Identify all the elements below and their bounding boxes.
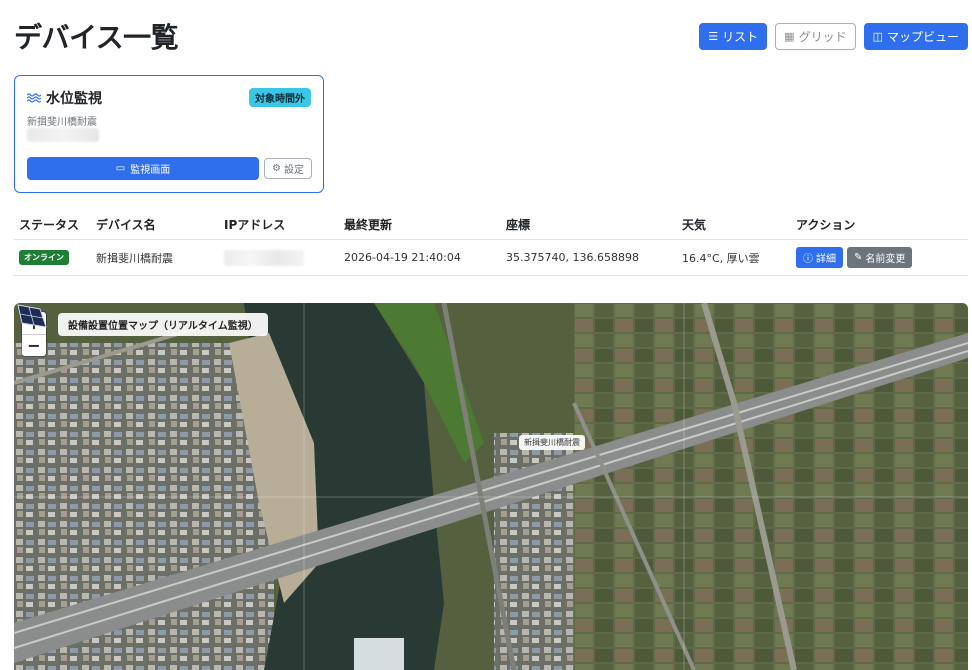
device-name-cell: 新揖斐川橋耐震 xyxy=(96,251,173,265)
satellite-map-image xyxy=(14,303,968,670)
column-header-actions: アクション xyxy=(796,218,856,232)
device-card-header: 水位監視 xyxy=(27,88,102,108)
redacted-ip xyxy=(27,128,99,142)
column-header-status: ステータス xyxy=(19,218,80,232)
view-switch: ☰ リスト ▦ グリッド ◫ マップビュー xyxy=(699,23,968,50)
map-title: 設備設置位置マップ（リアルタイム監視） xyxy=(58,313,268,336)
table-row: オンライン 新揖斐川橋耐震 2026-04-19 21:40:04 35.375… xyxy=(14,240,968,276)
list-view-label: リスト xyxy=(722,30,759,44)
pencil-icon: ✎ xyxy=(854,252,863,263)
table-header-row: ステータス デバイス名 IPアドレス 最終更新 座標 天気 アクション xyxy=(14,210,968,240)
column-header-device-name: デバイス名 xyxy=(96,218,156,232)
map-view-button[interactable]: ◫ マップビュー xyxy=(863,23,968,50)
column-header-coords: 座標 xyxy=(506,218,531,232)
status-cell: オンライン xyxy=(19,240,69,275)
map-view-label: マップビュー xyxy=(886,30,959,44)
camera-icon: ▭ xyxy=(115,163,126,174)
actions-cell: ⓘ 詳細 ✎ 名前変更 xyxy=(796,240,916,275)
solar-panel-marker-icon[interactable] xyxy=(14,303,48,329)
list-icon: ☰ xyxy=(708,30,719,43)
detail-button-label: 詳細 xyxy=(816,254,836,265)
last-update-cell: 2026-04-19 21:40:04 xyxy=(344,251,461,264)
gear-icon: ⚙ xyxy=(272,163,281,174)
column-header-ip: IPアドレス xyxy=(224,218,286,232)
monitor-button[interactable]: ▭ 監視画面 xyxy=(27,157,259,180)
rename-button[interactable]: ✎ 名前変更 xyxy=(847,247,913,268)
map-marker-label: 新揖斐川橋耐震 xyxy=(519,435,585,450)
map-icon: ◫ xyxy=(872,30,883,43)
rename-button-label: 名前変更 xyxy=(865,254,906,265)
detail-button[interactable]: ⓘ 詳細 xyxy=(796,247,843,268)
device-card-location: 新揖斐川橋耐震 xyxy=(27,117,97,128)
grid-icon: ▦ xyxy=(784,30,795,43)
redacted-ip xyxy=(224,249,304,266)
column-header-last-update: 最終更新 xyxy=(344,218,393,232)
column-header-weather: 天気 xyxy=(682,218,707,232)
device-card-title: 水位監視 xyxy=(46,91,102,107)
ip-cell xyxy=(224,240,304,275)
settings-button[interactable]: ⚙ 設定 xyxy=(264,158,312,179)
settings-button-label: 設定 xyxy=(283,165,304,176)
out-of-hours-badge: 対象時間外 xyxy=(249,88,311,107)
map-view[interactable]: + − 設備設置位置マップ（リアルタイム監視） 新揖斐川橋耐震 xyxy=(14,303,968,670)
weather-cell: 16.4°C, 厚い雲 xyxy=(682,251,760,265)
page-title: デバイス一覧 xyxy=(14,21,179,54)
device-table: ステータス デバイス名 IPアドレス 最終更新 座標 天気 アクション オンライ… xyxy=(14,210,968,276)
grid-view-button[interactable]: ▦ グリッド xyxy=(775,23,856,50)
device-card: 水位監視 対象時間外 新揖斐川橋耐震 ▭ 監視画面 ⚙ 設定 xyxy=(14,75,324,193)
zoom-out-button[interactable]: − xyxy=(22,334,46,356)
info-icon: ⓘ xyxy=(803,254,813,265)
coords-cell: 35.375740, 136.658898 xyxy=(506,251,639,264)
list-view-button[interactable]: ☰ リスト xyxy=(699,23,768,50)
status-badge: オンライン xyxy=(19,250,69,265)
water-icon xyxy=(27,93,41,103)
grid-view-label: グリッド xyxy=(798,30,847,44)
monitor-button-label: 監視画面 xyxy=(130,165,171,176)
